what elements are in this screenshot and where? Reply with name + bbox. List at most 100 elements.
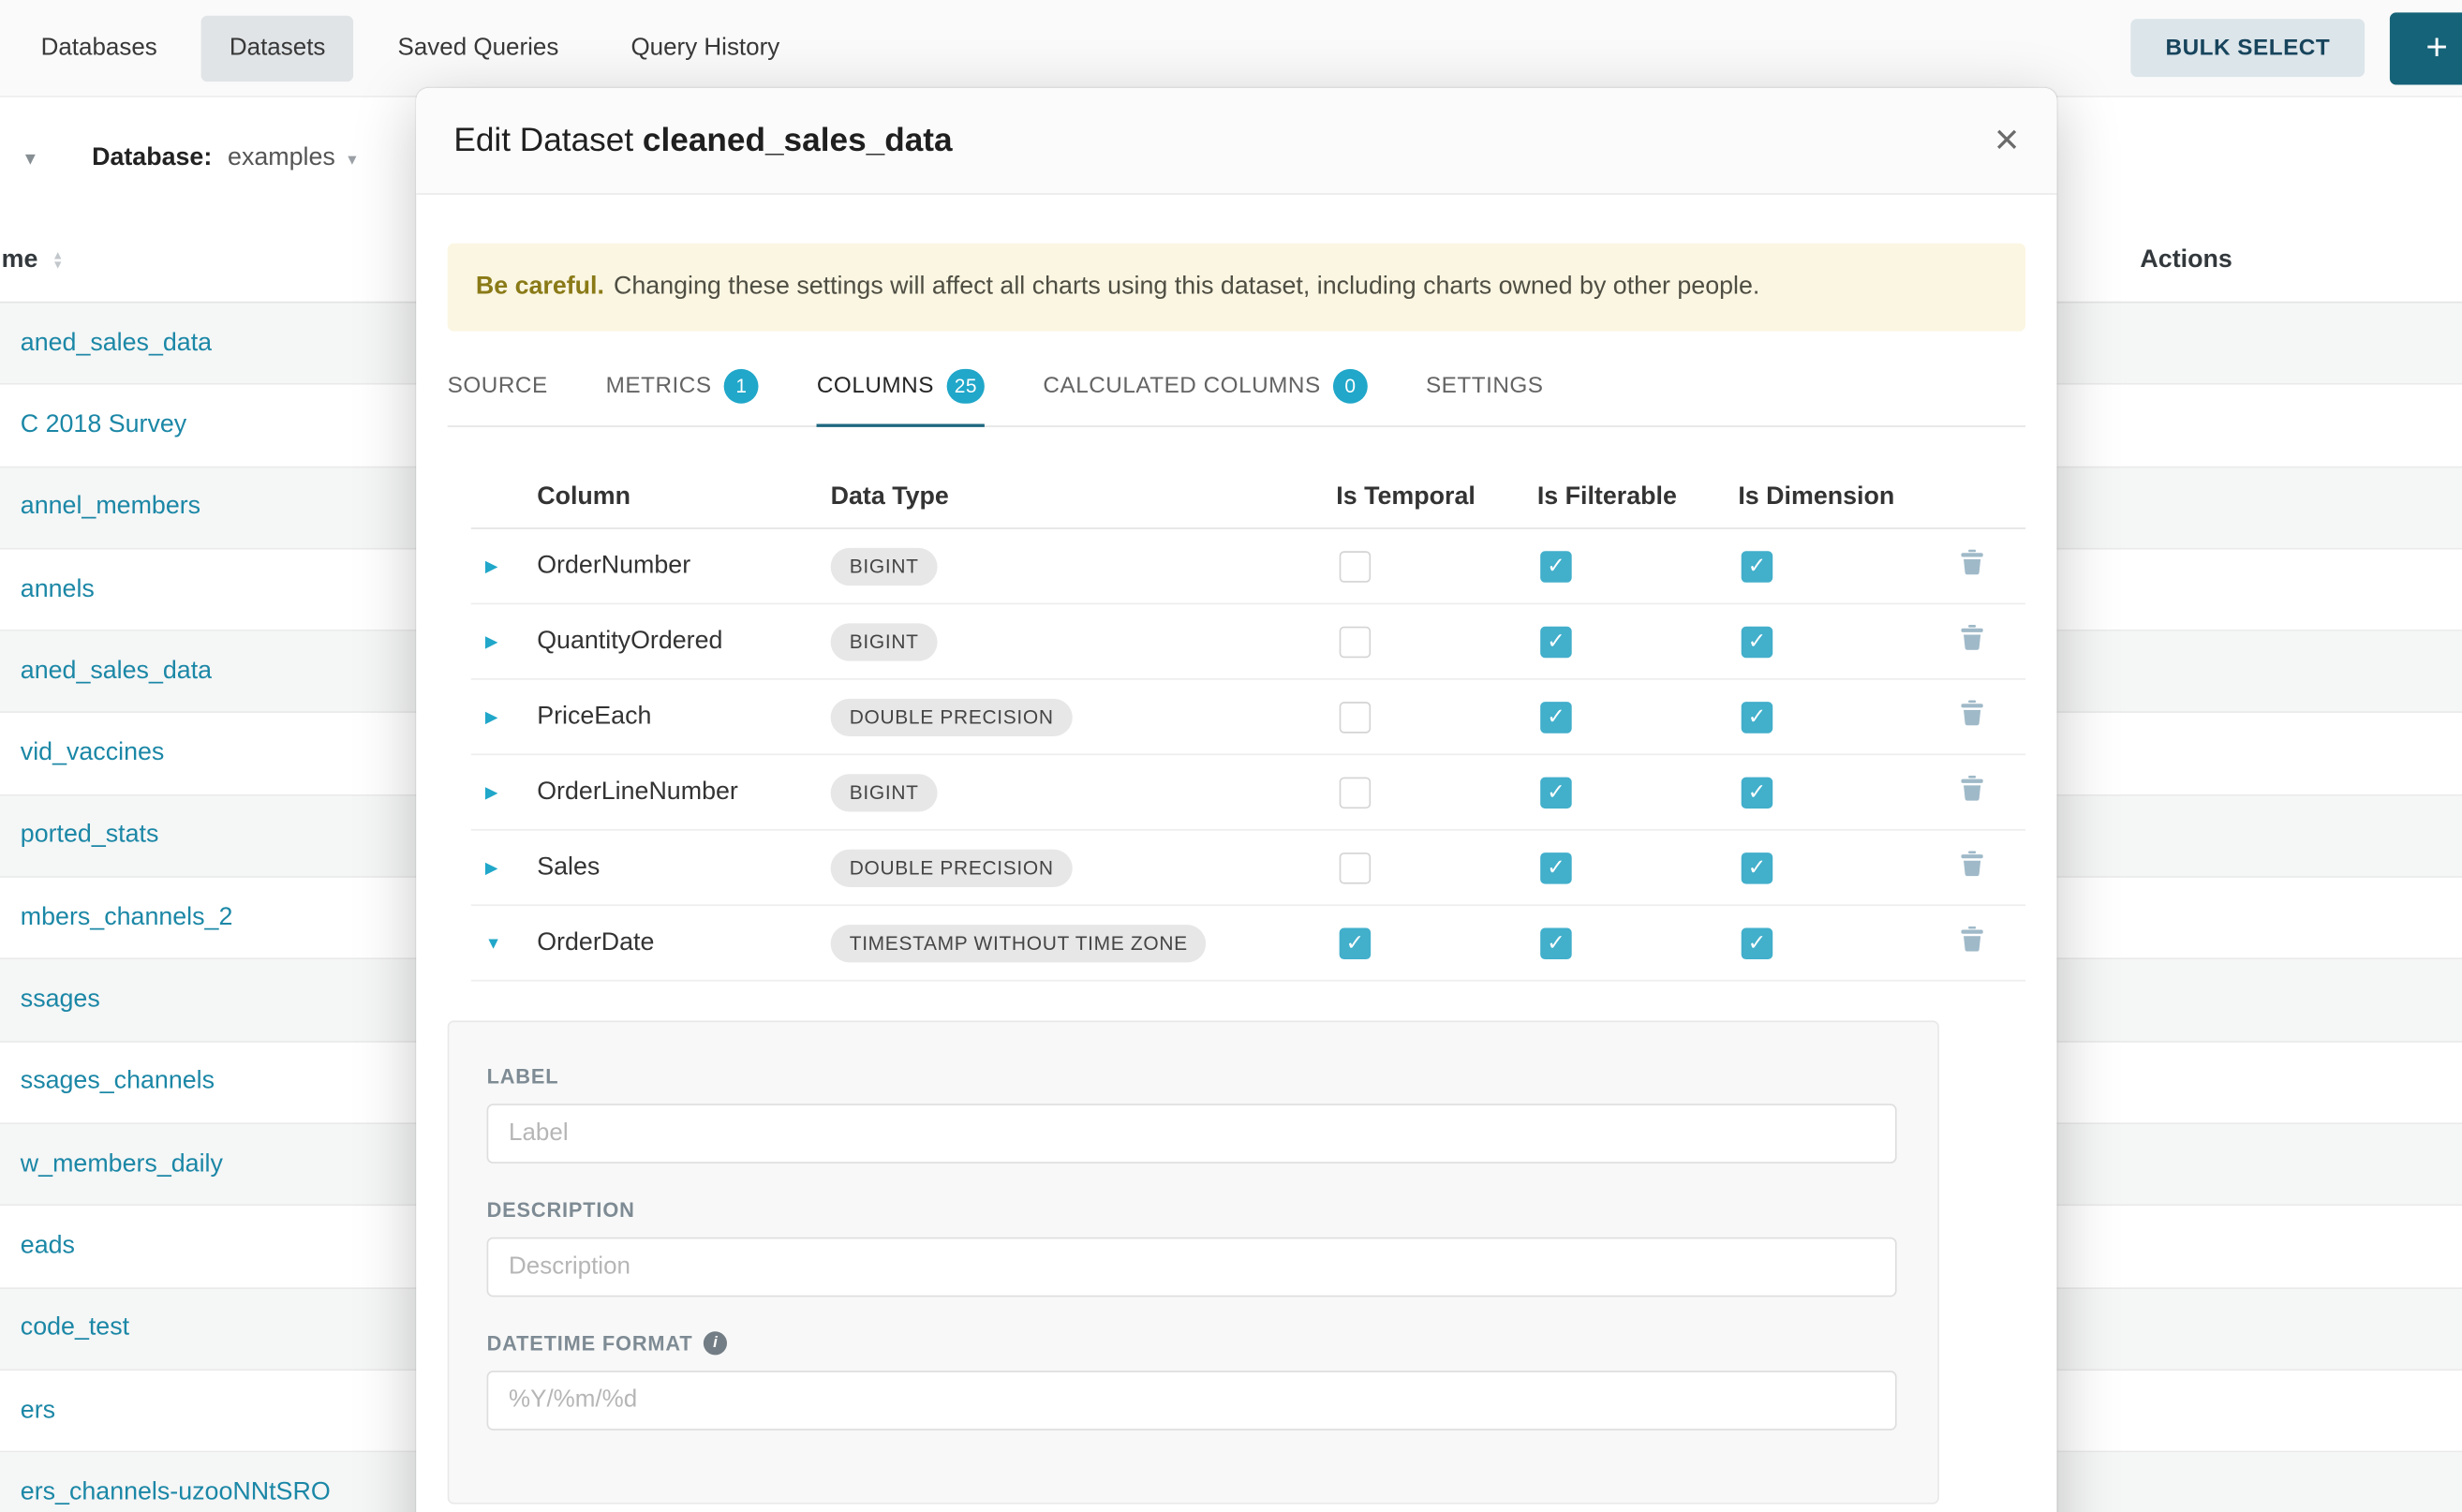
col-header-is-filterable: Is Filterable: [1537, 483, 1739, 511]
is-dimension-checkbox[interactable]: ✓: [1742, 701, 1773, 733]
database-filter-value[interactable]: examples: [228, 144, 335, 172]
dataset-link[interactable]: annels: [21, 575, 95, 603]
column-name: Sales: [537, 853, 830, 882]
is-filterable-checkbox[interactable]: ✓: [1540, 927, 1572, 959]
info-icon[interactable]: i: [704, 1331, 727, 1355]
collapse-caret-icon[interactable]: ▼: [471, 933, 537, 952]
tab-settings[interactable]: SETTINGS: [1426, 353, 1544, 427]
description-field-group: DESCRIPTION: [487, 1198, 1897, 1297]
label-field-group: LABEL: [487, 1064, 1897, 1164]
is-dimension-checkbox[interactable]: ✓: [1742, 550, 1773, 582]
is-temporal-checkbox[interactable]: [1340, 852, 1372, 883]
tab-columns[interactable]: COLUMNS 25: [817, 353, 986, 427]
is-temporal-checkbox[interactable]: [1340, 550, 1372, 582]
dataset-link[interactable]: C 2018 Survey: [21, 411, 186, 439]
nav-item-saved-queries[interactable]: Saved Queries: [369, 15, 586, 81]
modal-title: Edit Dataset cleaned_sales_data: [453, 122, 952, 159]
data-type-pill: BIGINT: [831, 623, 938, 660]
dataset-link[interactable]: vid_vaccines: [21, 740, 165, 768]
is-temporal-checkbox[interactable]: [1340, 701, 1372, 733]
name-column-header[interactable]: me: [0, 246, 37, 274]
dataset-link[interactable]: aned_sales_data: [21, 329, 212, 357]
dataset-link[interactable]: ers_channels-uzooNNtSRO: [21, 1478, 331, 1506]
is-temporal-checkbox[interactable]: [1340, 777, 1372, 808]
description-field-label: DESCRIPTION: [487, 1198, 1897, 1222]
is-dimension-checkbox[interactable]: ✓: [1742, 927, 1773, 959]
datetime-format-field-label: DATETIME FORMAT: [487, 1331, 693, 1355]
col-header-column: Column: [537, 483, 830, 511]
delete-column-icon[interactable]: [1961, 776, 1982, 801]
col-header-is-dimension: Is Dimension: [1738, 483, 1942, 511]
label-field-label: LABEL: [487, 1064, 1897, 1088]
column-name: OrderDate: [537, 928, 830, 956]
col-header-is-temporal: Is Temporal: [1336, 483, 1537, 511]
data-type-pill: BIGINT: [831, 773, 938, 810]
is-filterable-checkbox[interactable]: ✓: [1540, 777, 1572, 808]
tab-badge: 1: [724, 369, 759, 404]
data-type-pill: DOUBLE PRECISION: [831, 849, 1073, 886]
bulk-select-button[interactable]: BULK SELECT: [2131, 19, 2365, 77]
tab-source[interactable]: SOURCE: [448, 353, 548, 427]
data-type-pill: DOUBLE PRECISION: [831, 698, 1073, 735]
close-icon[interactable]: ×: [1995, 119, 2019, 161]
column-name: QuantityOrdered: [537, 628, 830, 656]
is-dimension-checkbox[interactable]: ✓: [1742, 777, 1773, 808]
dataset-link[interactable]: w_members_daily: [21, 1150, 223, 1178]
tab-metrics[interactable]: METRICS 1: [606, 353, 759, 427]
dataset-link[interactable]: mbers_channels_2: [21, 904, 233, 932]
sort-desc-icon: ▼: [52, 260, 64, 271]
is-dimension-checkbox[interactable]: ✓: [1742, 852, 1773, 883]
column-row: ▶ PriceEach DOUBLE PRECISION ✓ ✓: [471, 680, 2025, 755]
modal-title-prefix: Edit Dataset: [453, 122, 633, 158]
dataset-link[interactable]: annel_members: [21, 494, 200, 522]
database-caret-icon[interactable]: ▾: [348, 148, 356, 169]
expand-caret-icon[interactable]: ▶: [471, 556, 537, 575]
expand-caret-icon[interactable]: ▶: [471, 632, 537, 651]
description-input[interactable]: [487, 1238, 1897, 1297]
is-filterable-checkbox[interactable]: ✓: [1540, 852, 1572, 883]
modal-title-dataset: cleaned_sales_data: [643, 122, 953, 158]
modal-body: Be careful. Changing these settings will…: [416, 244, 2056, 1505]
delete-column-icon[interactable]: [1961, 625, 1982, 650]
database-filter-label: Database:: [92, 144, 212, 172]
delete-column-icon[interactable]: [1961, 851, 1982, 876]
columns-table-header: Column Data Type Is Temporal Is Filterab…: [471, 467, 2025, 528]
data-type-pill: TIMESTAMP WITHOUT TIME ZONE: [831, 924, 1207, 961]
datetime-format-input[interactable]: [487, 1371, 1897, 1430]
delete-column-icon[interactable]: [1961, 701, 1982, 726]
columns-table: Column Data Type Is Temporal Is Filterab…: [471, 467, 2025, 981]
is-temporal-checkbox[interactable]: [1340, 626, 1372, 658]
warning-text: Changing these settings will affect all …: [614, 274, 1759, 302]
is-dimension-checkbox[interactable]: ✓: [1742, 626, 1773, 658]
edit-dataset-modal: Edit Dataset cleaned_sales_data × Be car…: [416, 88, 2056, 1512]
expand-caret-icon[interactable]: ▶: [471, 858, 537, 877]
tab-calculated-columns[interactable]: CALCULATED COLUMNS 0: [1043, 353, 1368, 427]
collapse-caret-icon[interactable]: ▾: [25, 146, 36, 171]
dataset-link[interactable]: aned_sales_data: [21, 658, 212, 686]
is-filterable-checkbox[interactable]: ✓: [1540, 626, 1572, 658]
column-name: OrderLineNumber: [537, 778, 830, 806]
sort-icon[interactable]: ▲ ▼: [52, 250, 64, 271]
label-input[interactable]: [487, 1104, 1897, 1164]
expand-caret-icon[interactable]: ▶: [471, 707, 537, 726]
column-row: ▶ QuantityOrdered BIGINT ✓ ✓: [471, 604, 2025, 679]
dataset-link[interactable]: ers: [21, 1397, 55, 1425]
delete-column-icon[interactable]: [1961, 926, 1982, 952]
dataset-link[interactable]: ported_stats: [21, 822, 159, 850]
nav-item-databases[interactable]: Databases: [12, 15, 185, 81]
dataset-link[interactable]: ssages: [21, 986, 100, 1015]
tab-badge: 25: [946, 369, 985, 404]
is-filterable-checkbox[interactable]: ✓: [1540, 550, 1572, 582]
add-dataset-button[interactable]: +: [2390, 12, 2462, 84]
column-row: ▶ OrderLineNumber BIGINT ✓ ✓: [471, 755, 2025, 830]
nav-item-datasets[interactable]: Datasets: [201, 15, 354, 81]
is-filterable-checkbox[interactable]: ✓: [1540, 701, 1572, 733]
dataset-link[interactable]: eads: [21, 1233, 75, 1261]
is-temporal-checkbox[interactable]: ✓: [1340, 927, 1372, 959]
dataset-link[interactable]: code_test: [21, 1314, 129, 1342]
warning-bold: Be careful.: [476, 274, 604, 302]
delete-column-icon[interactable]: [1961, 550, 1982, 575]
expand-caret-icon[interactable]: ▶: [471, 782, 537, 801]
nav-item-query-history[interactable]: Query History: [602, 15, 808, 81]
dataset-link[interactable]: ssages_channels: [21, 1068, 215, 1096]
